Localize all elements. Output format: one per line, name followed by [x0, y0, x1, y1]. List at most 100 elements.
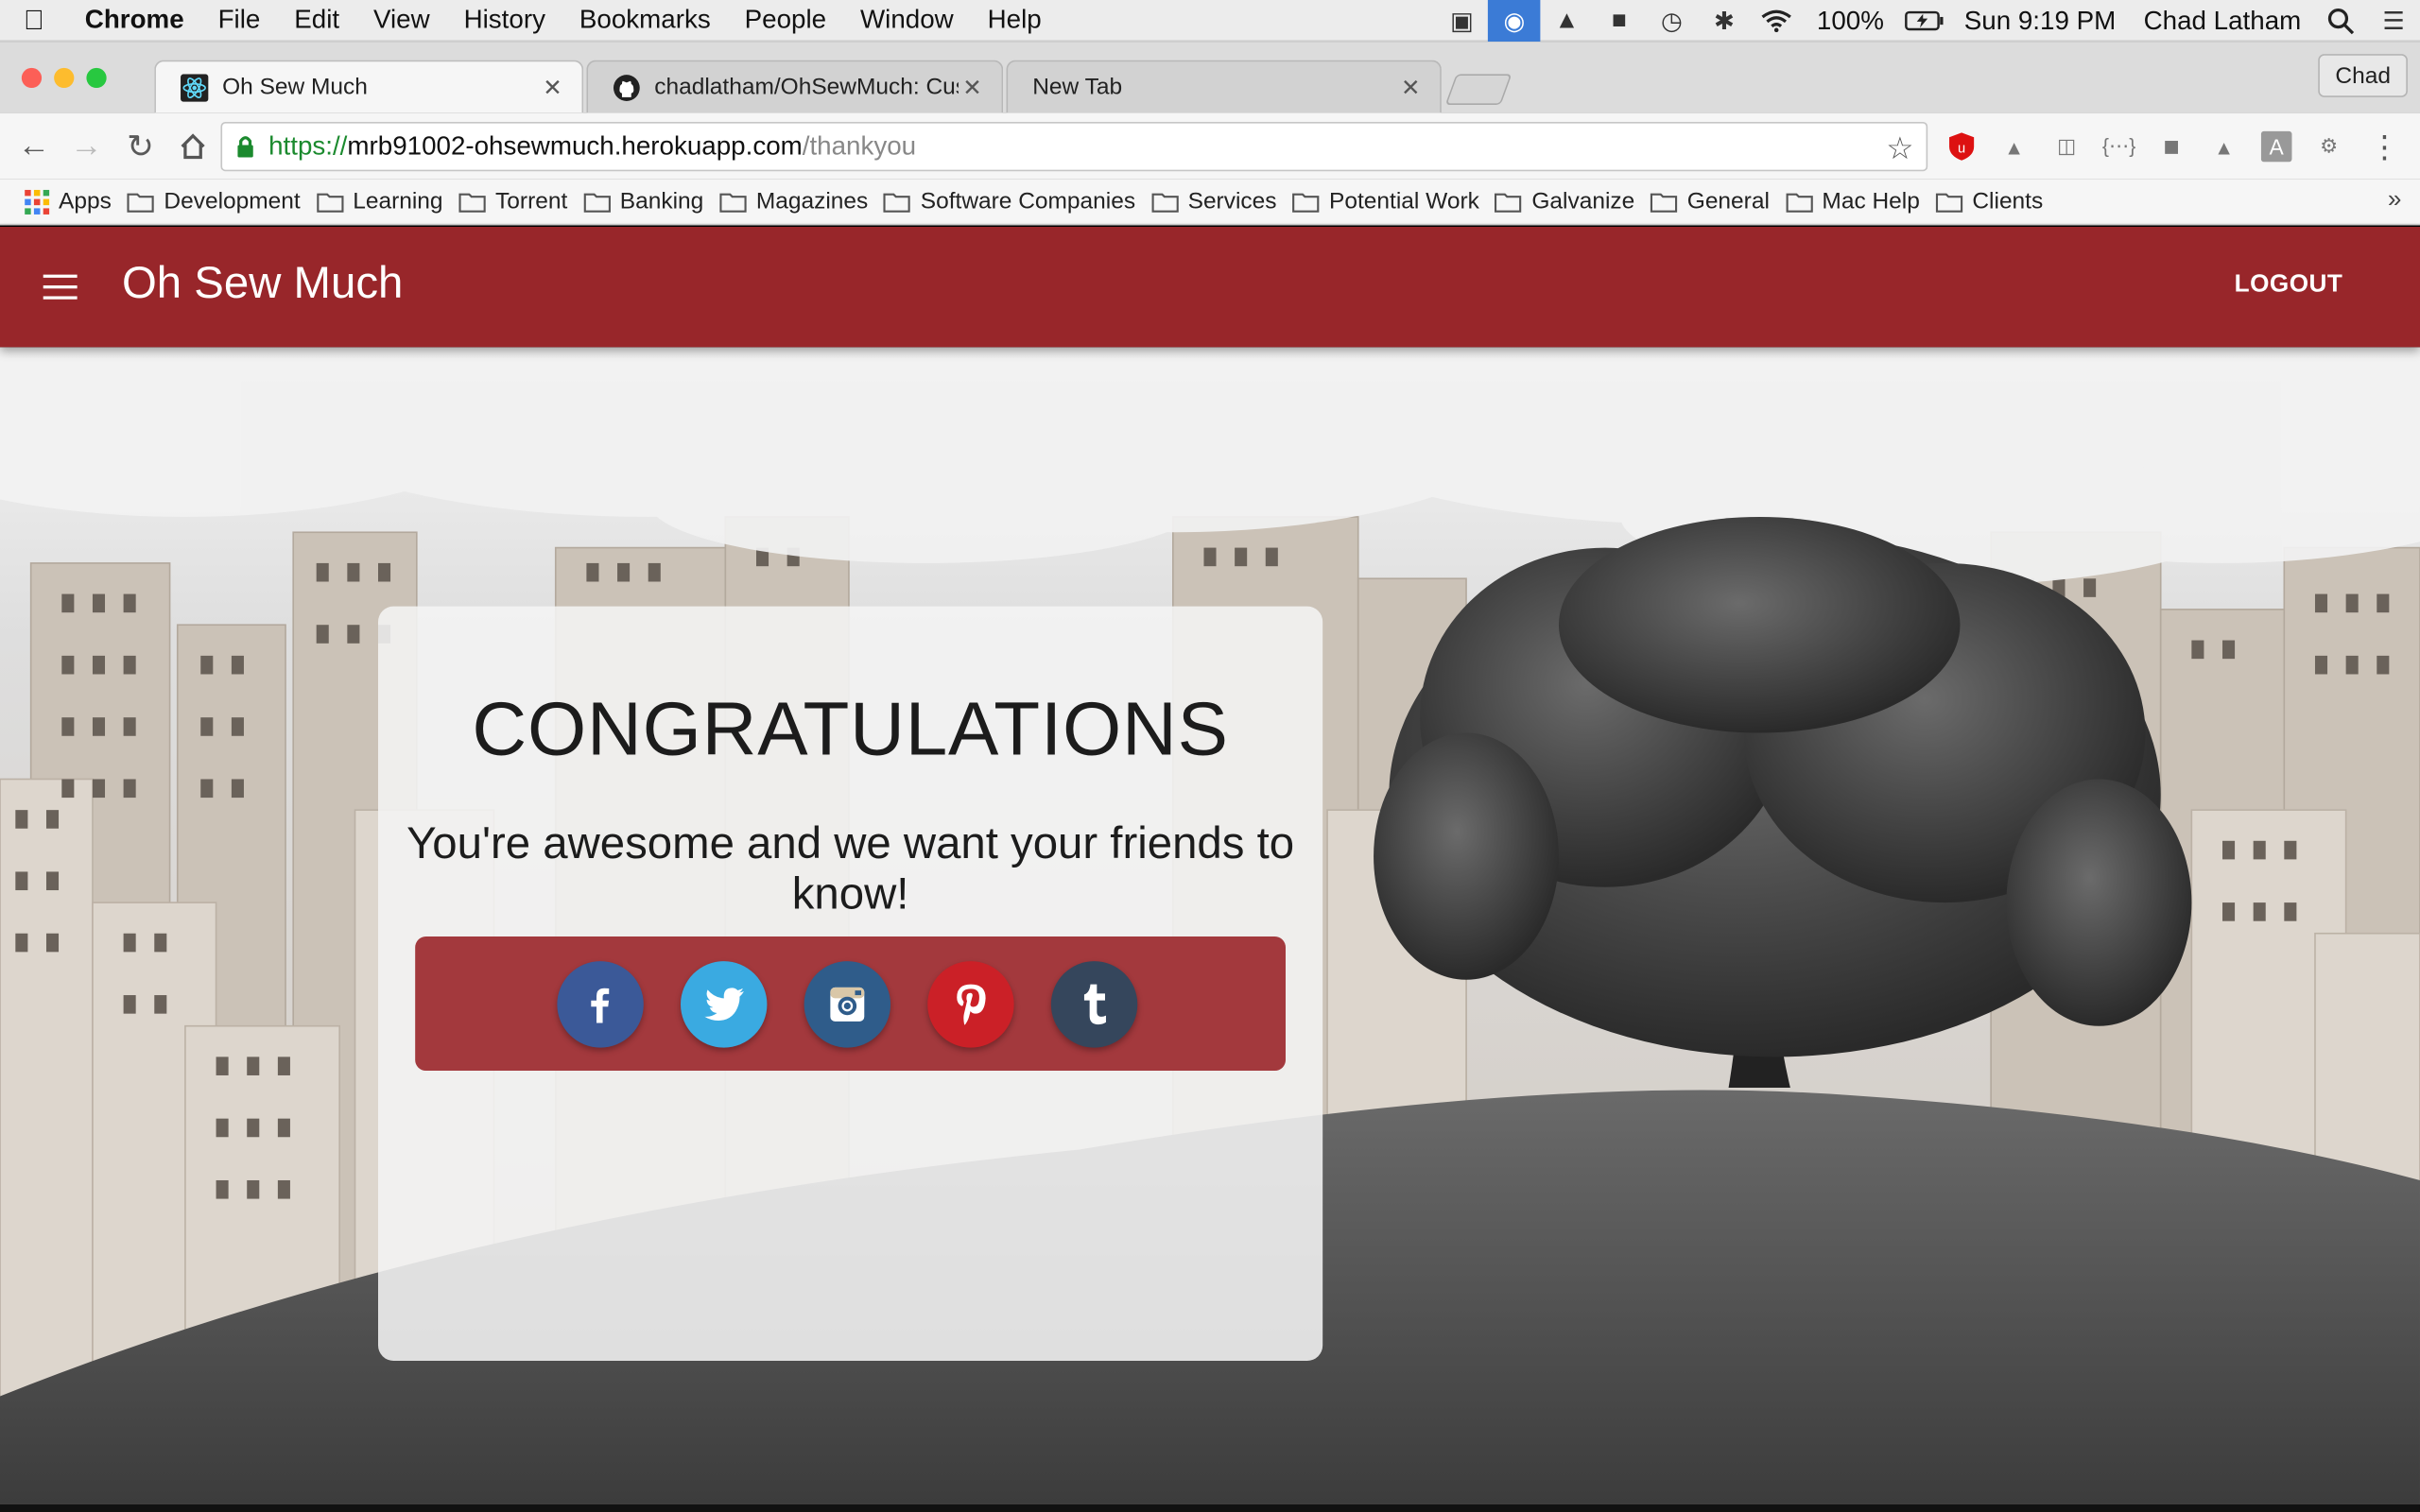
- folder-icon: [458, 191, 486, 213]
- menu-bookmarks[interactable]: Bookmarks: [562, 5, 728, 36]
- battery-icon[interactable]: [1898, 0, 1951, 42]
- menu-history[interactable]: History: [447, 5, 562, 36]
- folder-icon: [1935, 191, 1963, 213]
- bookmark-apps[interactable]: Apps: [25, 188, 112, 215]
- instagram-share-button[interactable]: [804, 960, 891, 1047]
- time-machine-icon[interactable]: ◷: [1646, 0, 1699, 42]
- menu-file[interactable]: File: [201, 5, 278, 36]
- bookmark-folder[interactable]: Mac Help: [1785, 188, 1920, 215]
- bookmark-folder[interactable]: General: [1651, 188, 1770, 215]
- hamburger-menu-icon[interactable]: [43, 274, 78, 300]
- settings-extension-icon[interactable]: ⚙: [2312, 129, 2346, 163]
- browser-toolbar: ← → ↻ https://mrb91002-ohsewmuch.herokua…: [0, 112, 2420, 180]
- folder-icon: [127, 191, 155, 213]
- home-icon[interactable]: [171, 125, 215, 168]
- bookmark-label: Galvanize: [1531, 188, 1635, 215]
- bookmark-folder[interactable]: Clients: [1935, 188, 2043, 215]
- bluetooth-icon[interactable]: ✱: [1698, 0, 1751, 42]
- close-tab-icon[interactable]: ✕: [1397, 74, 1425, 101]
- bookmarks-bar: Apps Development Learning Torrent Bankin…: [0, 179, 2420, 226]
- spotlight-search-icon[interactable]: [2315, 0, 2368, 42]
- bookmark-folder[interactable]: Software Companies: [884, 188, 1135, 215]
- wifi-icon[interactable]: [1751, 0, 1804, 42]
- congratulations-card: CONGRATULATIONS You're awesome and we wa…: [377, 606, 1323, 1361]
- folder-extension-icon[interactable]: ◫: [2049, 129, 2083, 163]
- secure-lock-icon[interactable]: [236, 134, 255, 166]
- drive-extension-icon[interactable]: ▲: [1997, 129, 2031, 163]
- pinterest-icon: [957, 983, 986, 1024]
- bookmark-label: Banking: [619, 188, 704, 215]
- close-tab-icon[interactable]: ✕: [959, 74, 986, 101]
- facebook-share-button[interactable]: [557, 960, 644, 1047]
- instagram-icon: [830, 987, 865, 1021]
- bookmark-label: Magazines: [755, 188, 869, 215]
- shield-extension-icon[interactable]: ◼: [2154, 129, 2188, 163]
- address-bar[interactable]: https://mrb91002-ohsewmuch.herokuapp.com…: [220, 121, 1928, 172]
- maximize-window-button[interactable]: [86, 67, 107, 89]
- folder-icon: [1651, 191, 1678, 213]
- bookmark-label: Torrent: [495, 188, 568, 215]
- pinterest-share-button[interactable]: [927, 960, 1014, 1047]
- lock-icon[interactable]: ■: [1593, 0, 1646, 42]
- folder-icon: [1150, 191, 1179, 213]
- menu-app-name[interactable]: Chrome: [68, 5, 201, 36]
- chrome-menu-icon[interactable]: ⋮: [2367, 129, 2401, 164]
- bookmark-label: Apps: [59, 188, 112, 215]
- angular-icon[interactable]: ▲: [2207, 129, 2241, 163]
- bookmark-folder[interactable]: Services: [1150, 188, 1277, 215]
- tab-oh-sew-much[interactable]: Oh Sew Much ✕: [154, 60, 584, 113]
- bookmark-folder[interactable]: Learning: [316, 188, 443, 215]
- user-name[interactable]: Chad Latham: [2130, 6, 2315, 37]
- menu-view[interactable]: View: [356, 5, 447, 36]
- bookmark-label: General: [1686, 188, 1770, 215]
- bookmark-star-icon[interactable]: ☆: [1886, 129, 1913, 168]
- bookmark-folder[interactable]: Magazines: [719, 188, 869, 215]
- vpn-icon[interactable]: ◉: [1488, 0, 1541, 43]
- react-icon: [181, 73, 209, 101]
- forward-arrow-icon[interactable]: →: [65, 125, 109, 168]
- ublock-icon[interactable]: u: [1945, 129, 1979, 163]
- more-bookmarks-icon[interactable]: »: [2388, 187, 2402, 215]
- tab-github[interactable]: chadlatham/OhSewMuch: Cust ✕: [586, 60, 1004, 113]
- menu-help[interactable]: Help: [971, 5, 1059, 36]
- reload-icon[interactable]: ↻: [119, 125, 163, 168]
- bookmark-folder[interactable]: Torrent: [458, 188, 567, 215]
- minimize-window-button[interactable]: [54, 67, 75, 89]
- twitter-icon: [704, 987, 744, 1021]
- menu-edit[interactable]: Edit: [277, 5, 356, 36]
- mac-menubar:  Chrome File Edit View History Bookmark…: [0, 0, 2420, 43]
- profile-button[interactable]: Chad: [2318, 54, 2408, 97]
- tumblr-icon: [1083, 983, 1106, 1024]
- bookmark-folder[interactable]: Potential Work: [1292, 188, 1479, 215]
- apple-icon[interactable]: : [0, 4, 68, 36]
- json-viewer-icon[interactable]: {⋯}: [2102, 129, 2136, 163]
- clock[interactable]: Sun 9:19 PM: [1950, 6, 2130, 37]
- close-window-button[interactable]: [21, 67, 43, 89]
- menu-window[interactable]: Window: [843, 5, 971, 36]
- congratulations-heading: CONGRATULATIONS: [472, 688, 1229, 772]
- svg-text:u: u: [1958, 142, 1965, 157]
- url-host: mrb91002-ohsewmuch.herokuapp.com: [347, 130, 803, 161]
- tumblr-share-button[interactable]: [1050, 960, 1138, 1047]
- bookmark-folder[interactable]: Banking: [583, 188, 704, 215]
- drive-icon[interactable]: ▲: [1541, 0, 1594, 42]
- notification-center-icon[interactable]: ☰: [2367, 0, 2420, 42]
- back-arrow-icon[interactable]: ←: [12, 125, 56, 168]
- svg-text:A: A: [2270, 134, 2285, 159]
- url-path: /thankyou: [802, 130, 917, 161]
- tab-new-tab[interactable]: New Tab ✕: [1006, 60, 1442, 113]
- battery-percent[interactable]: 100%: [1803, 6, 1897, 37]
- new-tab-button[interactable]: [1444, 74, 1512, 106]
- logout-button[interactable]: LOGOUT: [2235, 271, 2343, 299]
- folder-icon: [719, 191, 747, 213]
- bookmark-label: Mac Help: [1822, 188, 1920, 215]
- bookmark-label: Learning: [353, 188, 443, 215]
- bookmark-folder[interactable]: Galvanize: [1495, 188, 1634, 215]
- bookmark-folder[interactable]: Development: [127, 188, 301, 215]
- twitter-share-button[interactable]: [680, 960, 768, 1047]
- font-extension-icon[interactable]: A: [2259, 129, 2293, 163]
- tiles-icon[interactable]: ▣: [1436, 0, 1489, 42]
- menu-people[interactable]: People: [728, 5, 843, 36]
- bookmark-label: Services: [1187, 188, 1277, 215]
- close-tab-icon[interactable]: ✕: [539, 74, 566, 101]
